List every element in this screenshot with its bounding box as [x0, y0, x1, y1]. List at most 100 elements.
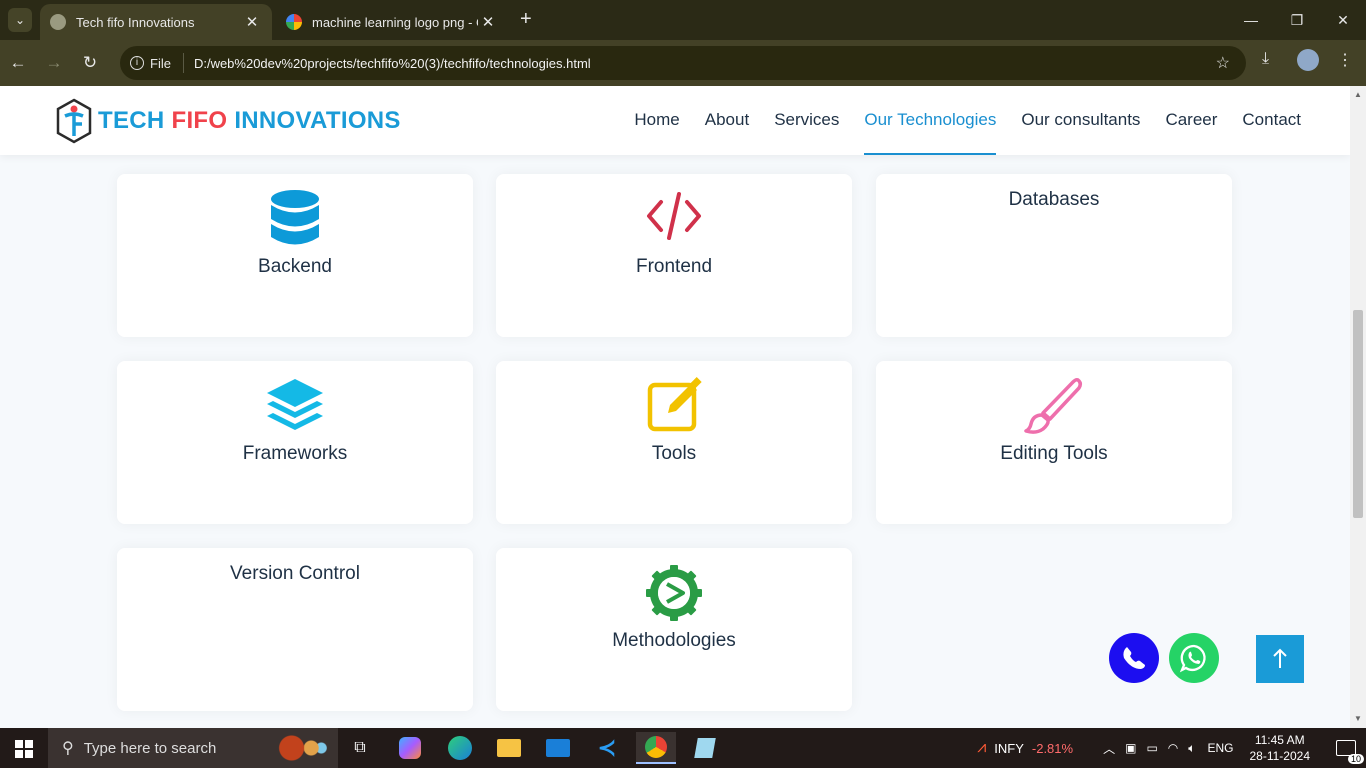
- nav-our-consultants[interactable]: Our consultants: [1021, 86, 1140, 155]
- windows-start-icon[interactable]: [15, 740, 33, 763]
- search-placeholder: Type here to search: [83, 739, 217, 757]
- notification-center-icon[interactable]: 10: [1336, 740, 1364, 764]
- clock-date: 28-11-2024: [1249, 749, 1311, 763]
- search-highlight-image: [272, 734, 328, 762]
- arrow-up-icon: [1273, 648, 1287, 668]
- minimize-button[interactable]: —: [1228, 0, 1274, 40]
- stock-trend-icon[interactable]: ⩘: [977, 739, 986, 757]
- tab-tech-fifo[interactable]: Tech fifo Innovations ✕: [40, 4, 272, 40]
- file-explorer-icon[interactable]: [489, 732, 529, 764]
- whatsapp-icon: [1179, 644, 1206, 673]
- edge-icon[interactable]: [440, 732, 480, 764]
- globe-icon: [50, 14, 66, 30]
- reload-button[interactable]: ↻: [72, 53, 108, 73]
- nav-services[interactable]: Services: [774, 86, 839, 155]
- windows-taskbar: ⚲ Type here to search ⧉ ≺ ⩘ INFY -2.81% …: [0, 728, 1366, 768]
- brand-part-tech: TECH: [98, 107, 172, 134]
- meet-icon[interactable]: ▣: [1125, 741, 1136, 755]
- profile-avatar[interactable]: [1297, 49, 1319, 71]
- chevron-up-icon[interactable]: ︿: [1103, 740, 1115, 757]
- close-icon[interactable]: ✕: [478, 13, 498, 31]
- nav-about[interactable]: About: [705, 86, 749, 155]
- nav-home[interactable]: Home: [634, 86, 679, 155]
- nav-career[interactable]: Career: [1165, 86, 1217, 155]
- card-label: Frontend: [635, 256, 713, 277]
- card-backend[interactable]: Backend: [117, 174, 473, 337]
- address-bar[interactable]: i File D:/web%20dev%20projects/techfifo%…: [120, 46, 1246, 80]
- stock-change[interactable]: -2.81%: [1032, 741, 1073, 756]
- battery-icon[interactable]: ▭: [1146, 741, 1157, 755]
- card-label: Version Control: [230, 563, 360, 584]
- site-header: TECH FIFO INNOVATIONS Home About Service…: [0, 86, 1350, 155]
- call-button[interactable]: [1109, 633, 1159, 683]
- restore-button[interactable]: ❐: [1274, 0, 1320, 40]
- card-methodologies[interactable]: Methodologies: [496, 548, 852, 711]
- browser-toolbar: ← → ↻ i File D:/web%20dev%20projects/tec…: [0, 40, 1366, 86]
- edit-icon: [496, 377, 852, 433]
- clock-time: 11:45 AM: [1254, 733, 1305, 747]
- card-frameworks[interactable]: Frameworks: [117, 361, 473, 524]
- brush-icon: [876, 377, 1232, 435]
- layers-icon: [117, 377, 473, 433]
- clock[interactable]: 11:45 AM 28-11-2024: [1250, 732, 1311, 764]
- vscode-icon[interactable]: ≺: [587, 732, 627, 764]
- site-logo[interactable]: TECH FIFO INNOVATIONS: [56, 98, 401, 144]
- browser-tab-strip: ⌄ Tech fifo Innovations ✕ machine learni…: [0, 0, 1366, 40]
- chrome-icon[interactable]: [636, 732, 676, 764]
- taskbar-search-box[interactable]: ⚲ Type here to search: [48, 728, 338, 768]
- tab-title: machine learning logo png - Go: [312, 14, 478, 30]
- tab-google-search[interactable]: machine learning logo png - Go ✕: [276, 4, 508, 40]
- chip-label: File: [150, 55, 171, 71]
- task-view-icon[interactable]: ⧉: [340, 732, 380, 764]
- url-text[interactable]: D:/web%20dev%20projects/techfifo%20(3)/t…: [194, 56, 591, 71]
- stock-name[interactable]: INFY: [994, 741, 1024, 756]
- download-icon[interactable]: ⤓: [1262, 50, 1269, 68]
- gear-icon: [496, 564, 852, 622]
- brand-part-fifo: FIFO: [171, 107, 235, 134]
- wifi-icon[interactable]: ◠: [1168, 741, 1178, 755]
- database-icon: [117, 190, 473, 246]
- brand-name: TECH FIFO INNOVATIONS: [98, 107, 401, 135]
- nav-our-technologies[interactable]: Our Technologies: [864, 86, 997, 155]
- tech-fifo-logo-icon: [56, 98, 92, 144]
- card-databases[interactable]: Databases: [876, 174, 1232, 337]
- tab-title: Tech fifo Innovations: [76, 14, 195, 30]
- close-window-button[interactable]: ✕: [1320, 0, 1366, 40]
- card-label: Methodologies: [612, 630, 736, 651]
- nav-contact[interactable]: Contact: [1242, 86, 1301, 155]
- page-scrollbar[interactable]: ▲ ▼: [1350, 86, 1366, 728]
- bookmark-star-icon[interactable]: ☆: [1216, 53, 1230, 73]
- scroll-down-arrow-icon[interactable]: ▼: [1354, 714, 1362, 723]
- card-editing-tools[interactable]: Editing Tools: [876, 361, 1232, 524]
- volume-icon[interactable]: 🔈︎: [1188, 741, 1195, 756]
- language-indicator[interactable]: ENG: [1207, 741, 1233, 755]
- copilot-icon[interactable]: [390, 732, 430, 764]
- close-icon[interactable]: ✕: [242, 13, 262, 31]
- card-frontend[interactable]: Frontend: [496, 174, 852, 337]
- system-tray: ⩘ INFY -2.81% ︿ ▣ ▭ ◠ 🔈︎ ENG 11:45 AM 28…: [977, 728, 1366, 768]
- search-icon: ⚲: [62, 740, 74, 757]
- web-page: TECH FIFO INNOVATIONS Home About Service…: [0, 86, 1350, 728]
- card-tools[interactable]: Tools: [496, 361, 852, 524]
- window-controls: — ❐ ✕: [1228, 0, 1366, 40]
- kebab-menu-icon[interactable]: ⋮: [1337, 50, 1353, 70]
- notification-count: 10: [1347, 754, 1364, 764]
- card-label: Editing Tools: [1000, 443, 1108, 464]
- phone-icon: [1123, 647, 1145, 669]
- google-icon: [286, 14, 302, 30]
- card-version-control[interactable]: Version Control: [117, 548, 473, 711]
- main-nav: Home About Services Our Technologies Our…: [609, 86, 1301, 155]
- whatsapp-button[interactable]: [1169, 633, 1219, 683]
- forward-button[interactable]: →: [36, 53, 72, 73]
- card-label: Tools: [651, 443, 697, 464]
- site-info-chip[interactable]: i File: [130, 53, 184, 73]
- scrollbar-thumb[interactable]: [1353, 310, 1363, 518]
- tab-search-button[interactable]: ⌄: [8, 8, 32, 32]
- mail-icon[interactable]: [538, 732, 578, 764]
- scroll-to-top-button[interactable]: [1256, 635, 1304, 683]
- notepad-icon[interactable]: [685, 732, 725, 764]
- back-button[interactable]: ←: [0, 53, 36, 73]
- new-tab-button[interactable]: +: [520, 8, 532, 31]
- card-label: Databases: [1008, 189, 1100, 210]
- scroll-up-arrow-icon[interactable]: ▲: [1354, 90, 1362, 99]
